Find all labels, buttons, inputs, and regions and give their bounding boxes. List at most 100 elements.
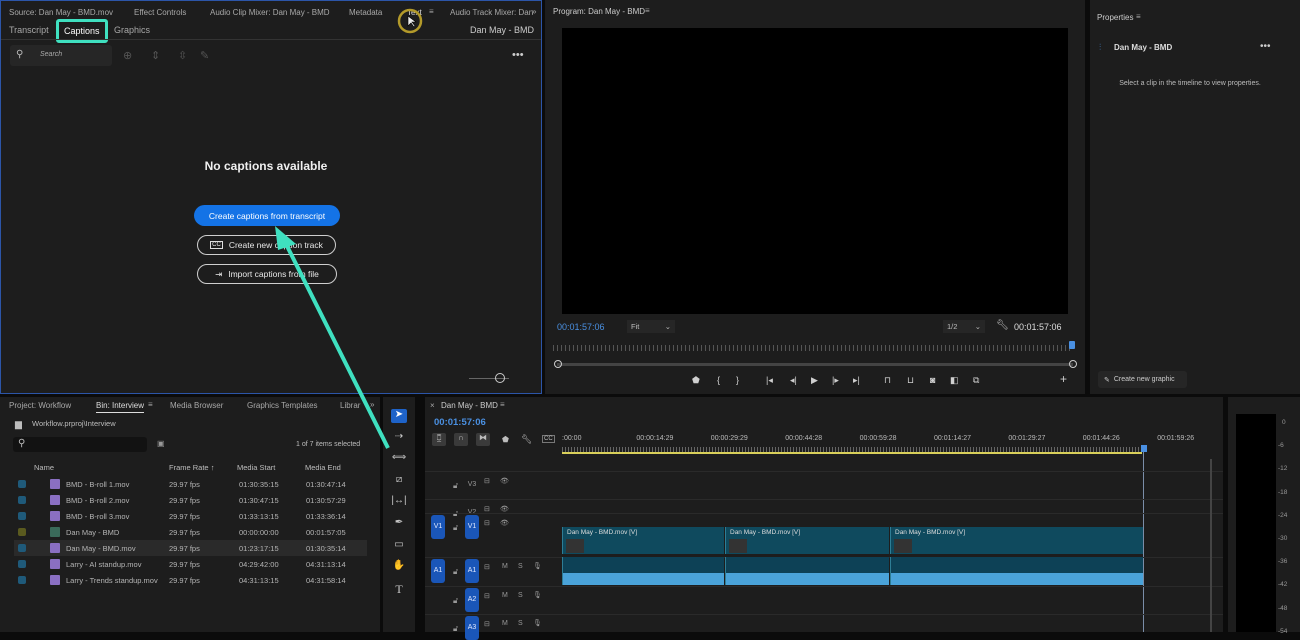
scrollbar-start-handle[interactable] [554, 360, 562, 368]
track-target-a2[interactable]: A2 [465, 588, 479, 612]
bin-item[interactable]: BMD - B-roll 3.mov 29.97 fps 01:33:13:15… [14, 508, 367, 524]
mark-out-icon[interactable]: } [736, 375, 739, 385]
audio-clip[interactable] [562, 557, 724, 585]
play-icon[interactable]: ▶ [811, 375, 818, 386]
mute-button[interactable]: M [502, 592, 508, 599]
lock-icon[interactable]: 🔓︎ [453, 523, 458, 533]
snap-icon[interactable]: ∩ [454, 433, 468, 446]
step-back-icon[interactable]: ◂| [790, 375, 797, 386]
tab-source[interactable]: Source: Dan May - BMD.mov [9, 8, 113, 17]
type-tool-icon[interactable]: T [391, 582, 407, 596]
video-clip[interactable]: Dan May - BMD.mov [V] [890, 527, 1143, 554]
mark-in-icon[interactable]: { [717, 375, 720, 385]
playhead-line[interactable] [1143, 452, 1144, 632]
bin-item[interactable]: Larry - Trends standup.mov 29.97 fps 04:… [14, 572, 367, 588]
razor-tool-icon[interactable]: ⧄ [391, 474, 407, 488]
add-caption-icon[interactable]: ⊕ [123, 49, 132, 62]
fit-dropdown[interactable]: Fit ⌄ [627, 320, 675, 333]
label-color-swatch[interactable] [18, 512, 26, 520]
nest-icon[interactable]: ⧮ [432, 433, 446, 446]
close-icon[interactable]: × [430, 401, 435, 410]
panel-menu-icon[interactable]: ≡ [148, 400, 153, 409]
label-color-swatch[interactable] [18, 576, 26, 584]
label-color-swatch[interactable] [18, 480, 26, 488]
microphone-icon[interactable]: 🎙︎ [533, 562, 542, 570]
column-frame-rate[interactable]: Frame Rate ↑ [169, 463, 214, 472]
eye-icon[interactable]: 👁︎ [500, 505, 509, 513]
proxy-toggle-icon[interactable]: ⧉ [973, 375, 979, 386]
zoom-scrollbar[interactable] [557, 363, 1073, 366]
panel-menu-icon[interactable]: ≡ [429, 7, 434, 16]
zoom-slider-handle[interactable] [495, 373, 505, 383]
split-caption-icon[interactable]: ⇕ [151, 49, 160, 62]
edit-icon[interactable]: ✎ [200, 49, 209, 62]
track-target-a3[interactable]: A3 [465, 616, 479, 640]
sync-lock-icon[interactable]: ⊟ [484, 519, 490, 527]
import-captions-button[interactable]: ⇥ Import captions from file [197, 264, 337, 284]
step-forward-icon[interactable]: |▸ [832, 375, 839, 386]
bin-item[interactable]: Dan May - BMD 29.97 fps 00:00:00:00 00:0… [14, 524, 367, 540]
go-to-in-icon[interactable]: |◂ [766, 375, 773, 386]
wrench-icon[interactable]: 🔧︎ [521, 434, 532, 445]
go-to-out-icon[interactable]: ▸| [853, 375, 860, 386]
merge-caption-icon[interactable]: ⇳ [178, 49, 187, 62]
overflow-icon[interactable]: » [370, 400, 374, 409]
solo-button[interactable]: S [518, 563, 523, 570]
bin-item[interactable]: Dan May - BMD.mov 29.97 fps 01:23:17:15 … [14, 540, 367, 556]
sync-lock-icon[interactable]: ⊟ [484, 620, 490, 628]
tab-audio-clip-mixer[interactable]: Audio Clip Mixer: Dan May - BMD [210, 8, 330, 17]
overflow-icon[interactable]: » [532, 7, 536, 16]
track-target-a1[interactable]: A1 [465, 559, 479, 583]
tab-libraries[interactable]: Librar [340, 401, 360, 410]
selection-tool-icon[interactable]: ➤ [391, 409, 407, 423]
slip-tool-icon[interactable]: |↔| [391, 495, 407, 509]
sync-lock-icon[interactable]: ⊟ [484, 505, 490, 513]
tab-media-browser[interactable]: Media Browser [170, 401, 223, 410]
playhead-timecode[interactable]: 00:01:57:06 [557, 322, 605, 332]
sync-lock-icon[interactable]: ⊟ [484, 563, 490, 571]
track-target-v3[interactable]: V3 [465, 473, 479, 497]
column-media-start[interactable]: Media Start [237, 463, 275, 472]
bin-item[interactable]: Larry - AI standup.mov 29.97 fps 04:29:4… [14, 556, 367, 572]
create-new-graphic-button[interactable]: ✎ Create new graphic [1098, 371, 1187, 388]
label-color-swatch[interactable] [18, 560, 26, 568]
lock-icon[interactable]: 🔓︎ [453, 567, 458, 577]
wrench-icon[interactable]: 🔧︎ [996, 320, 1009, 331]
label-color-swatch[interactable] [18, 544, 26, 552]
solo-button[interactable]: S [518, 592, 523, 599]
tab-graphics-templates[interactable]: Graphics Templates [247, 401, 318, 410]
column-media-end[interactable]: Media End [305, 463, 341, 472]
tab-metadata[interactable]: Metadata [349, 8, 382, 17]
search-input[interactable]: ⚲ Search [10, 45, 112, 66]
eye-icon[interactable]: 👁︎ [500, 477, 509, 485]
video-clip[interactable]: Dan May - BMD.mov [V] [562, 527, 724, 554]
more-icon[interactable]: ••• [512, 49, 524, 61]
linked-selection-icon[interactable]: ⧓ [476, 433, 490, 446]
add-marker-icon[interactable]: ⬟ [692, 375, 700, 386]
comparison-view-icon[interactable]: ◧ [950, 375, 959, 386]
lock-icon[interactable]: 🔓︎ [453, 624, 458, 634]
vertical-scrollbar[interactable] [1210, 459, 1212, 632]
microphone-icon[interactable]: 🎙︎ [533, 591, 542, 599]
export-frame-icon[interactable]: ◙ [930, 375, 935, 385]
time-ruler[interactable] [553, 345, 1073, 351]
audio-clip[interactable] [725, 557, 889, 585]
label-color-swatch[interactable] [18, 528, 26, 536]
subtab-graphics[interactable]: Graphics [114, 25, 150, 35]
more-icon[interactable]: ••• [1260, 41, 1271, 52]
lift-icon[interactable]: ⊓ [884, 375, 891, 386]
sync-lock-icon[interactable]: ⊟ [484, 592, 490, 600]
create-captions-from-transcript-button[interactable]: Create captions from transcript [194, 205, 340, 226]
pen-tool-icon[interactable]: ✒ [391, 517, 407, 531]
bin-item[interactable]: BMD - B-roll 2.mov 29.97 fps 01:30:47:15… [14, 492, 367, 508]
add-button-icon[interactable]: + [1060, 372, 1067, 386]
tab-text[interactable]: Text [407, 8, 422, 17]
timeline-title[interactable]: Dan May - BMD [441, 401, 498, 410]
microphone-icon[interactable]: 🎙︎ [533, 619, 542, 627]
tab-bin[interactable]: Bin: Interview [96, 401, 145, 413]
panel-menu-icon[interactable]: ≡ [645, 6, 650, 15]
track-select-tool-icon[interactable]: ⇢ [391, 431, 407, 445]
ripple-edit-tool-icon[interactable]: ⟺ [391, 452, 407, 466]
subtab-transcript[interactable]: Transcript [9, 25, 49, 35]
add-marker-icon[interactable]: ⬟ [502, 435, 509, 444]
